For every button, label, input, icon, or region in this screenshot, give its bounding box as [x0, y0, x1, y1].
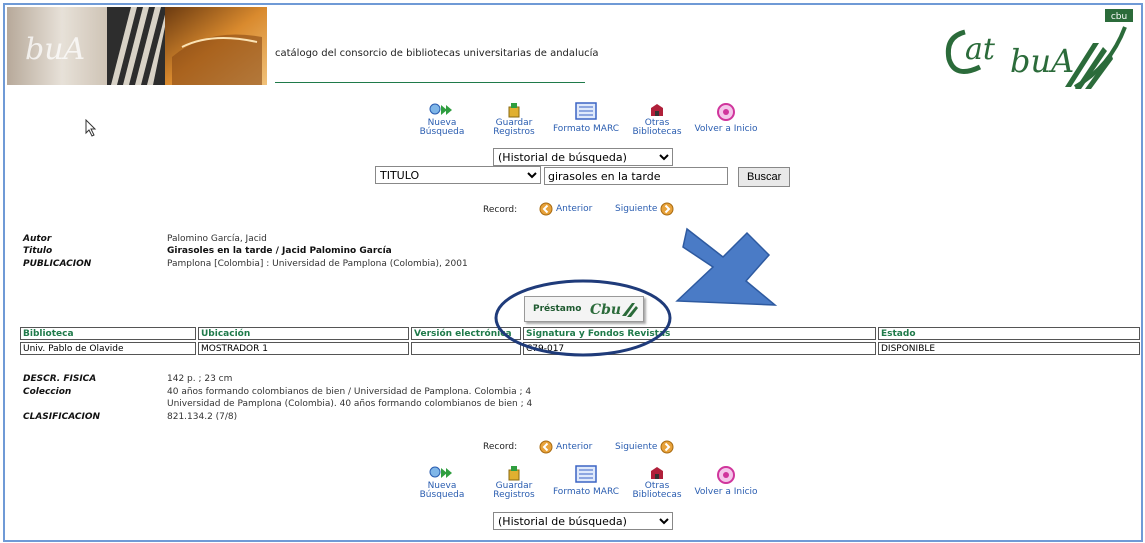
page-frame: buA catálogo del consorcio de biblioteca…	[3, 3, 1143, 542]
annotation-overlay	[494, 227, 778, 357]
highlight-ellipse	[494, 279, 672, 357]
pointer-arrow-icon	[675, 227, 778, 306]
